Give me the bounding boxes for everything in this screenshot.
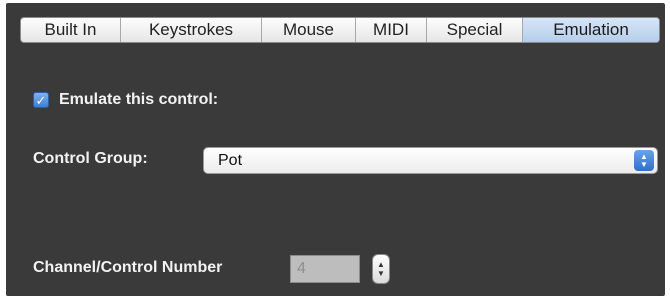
checkmark-icon: ✓: [35, 92, 47, 108]
control-group-row: Control Group:: [33, 150, 148, 168]
emulate-control-row: ✓ Emulate this control:: [33, 91, 218, 109]
channel-control-label: Channel/Control Number: [33, 259, 223, 276]
tab-built-in[interactable]: Built In: [21, 18, 121, 42]
control-group-label: Control Group:: [33, 150, 148, 167]
up-down-arrows-icon: ▲ ▼: [634, 150, 654, 171]
emulate-control-checkbox[interactable]: ✓: [33, 92, 49, 108]
control-group-value: Pot: [218, 151, 243, 169]
channel-control-number-value: 4: [297, 260, 306, 277]
channel-control-stepper[interactable]: ▲ ▼: [372, 254, 390, 284]
control-group-popup[interactable]: Pot ▲ ▼: [203, 147, 658, 174]
tab-special[interactable]: Special: [427, 18, 523, 42]
stepper-up-icon[interactable]: ▲: [377, 260, 385, 269]
tab-keystrokes[interactable]: Keystrokes: [121, 18, 262, 42]
tab-midi[interactable]: MIDI: [356, 18, 427, 42]
channel-control-row: Channel/Control Number: [33, 259, 222, 277]
tab-emulation[interactable]: Emulation: [523, 18, 659, 42]
channel-control-number-field[interactable]: 4: [290, 255, 360, 283]
stepper-down-icon[interactable]: ▼: [377, 269, 385, 278]
emulate-control-label: Emulate this control:: [59, 91, 219, 108]
tab-mouse[interactable]: Mouse: [262, 18, 356, 42]
tab-bar: Built In Keystrokes Mouse MIDI Special E…: [20, 17, 660, 43]
